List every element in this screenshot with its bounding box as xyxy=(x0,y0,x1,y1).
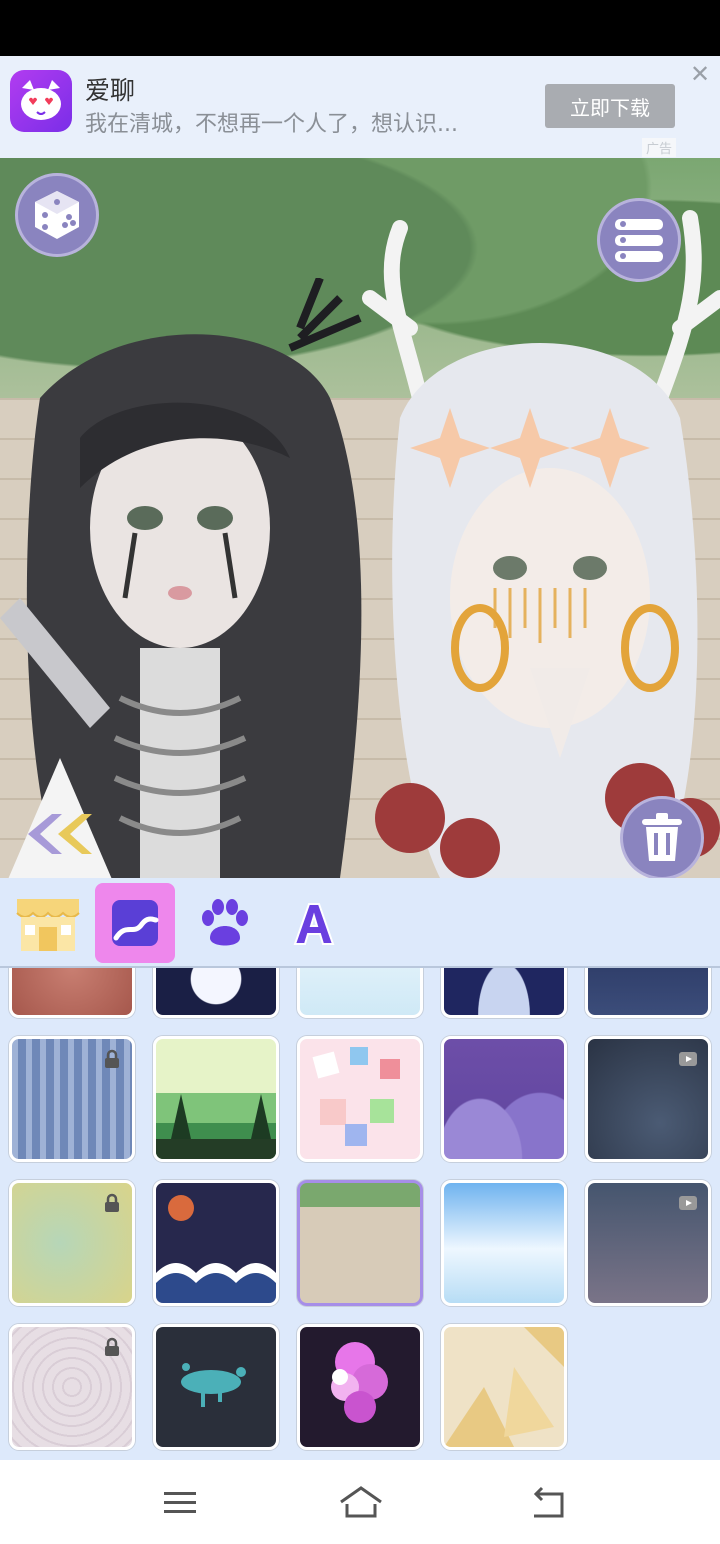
background-thumb[interactable] xyxy=(585,1036,711,1162)
shop-icon xyxy=(16,899,80,951)
tab-background[interactable] xyxy=(95,883,175,963)
background-thumb[interactable] xyxy=(153,968,279,1018)
trash-icon xyxy=(642,813,682,861)
video-icon xyxy=(679,1052,697,1066)
background-thumb[interactable] xyxy=(9,1036,135,1162)
menu-icon[interactable] xyxy=(160,1482,200,1522)
category-tab-bar xyxy=(0,878,720,968)
lock-icon xyxy=(105,1337,119,1356)
background-thumb[interactable] xyxy=(585,1180,711,1306)
random-dice-button[interactable] xyxy=(15,173,99,257)
pink-bubbles xyxy=(331,1342,388,1423)
background-thumb[interactable] xyxy=(153,1036,279,1162)
ad-app-name[interactable]: 爱聊 xyxy=(85,71,135,107)
list-icon xyxy=(615,219,663,262)
background-thumb[interactable] xyxy=(441,1180,567,1306)
ad-download-button[interactable]: 立即下载 xyxy=(545,84,675,128)
background-thumb[interactable] xyxy=(441,968,567,1018)
waves-moon xyxy=(156,1195,276,1303)
paw-icon xyxy=(202,899,248,946)
cat-heart-eyes-icon[interactable] xyxy=(10,70,72,132)
character-scene[interactable] xyxy=(0,158,720,878)
list-button[interactable] xyxy=(597,198,681,282)
close-icon[interactable]: ✕ xyxy=(688,62,712,86)
background-thumb[interactable] xyxy=(441,1036,567,1162)
tree-silhouette xyxy=(156,1094,276,1159)
ad-description[interactable]: 我在清城，不想再一个人了，想认识... xyxy=(85,106,525,138)
delete-button[interactable] xyxy=(620,796,704,878)
tab-shop[interactable] xyxy=(8,883,88,963)
ad-banner[interactable]: 爱聊 我在清城，不想再一个人了，想认识... 立即下载 ✕ 广告 xyxy=(0,56,720,158)
lock-icon xyxy=(105,1193,119,1212)
back-icon[interactable] xyxy=(528,1482,568,1522)
background-thumb[interactable] xyxy=(153,1180,279,1306)
tab-pet[interactable] xyxy=(185,883,265,963)
background-thumb[interactable] xyxy=(297,968,423,1018)
background-thumb[interactable] xyxy=(9,1180,135,1306)
lock-icon xyxy=(105,1049,119,1068)
background-thumb[interactable] xyxy=(441,1324,567,1450)
background-thumb-selected[interactable] xyxy=(297,1180,423,1306)
letter-a-icon xyxy=(293,903,335,945)
picture-icon xyxy=(112,900,159,946)
status-bar xyxy=(0,0,720,56)
character-left[interactable] xyxy=(0,278,380,878)
ad-tag: 广告 xyxy=(642,138,677,157)
system-nav-bar xyxy=(0,1460,720,1544)
home-icon[interactable] xyxy=(338,1482,384,1522)
teal-splash xyxy=(181,1363,246,1407)
background-thumb[interactable] xyxy=(9,968,135,1018)
background-thumb[interactable] xyxy=(9,1324,135,1450)
pattern-squares xyxy=(312,1047,400,1146)
character-right[interactable] xyxy=(360,198,720,878)
video-icon xyxy=(679,1196,697,1210)
tab-text[interactable] xyxy=(274,883,354,963)
background-thumb[interactable] xyxy=(585,968,711,1018)
background-thumb[interactable] xyxy=(153,1324,279,1450)
background-grid xyxy=(0,968,720,1460)
background-thumb[interactable] xyxy=(297,1036,423,1162)
paper-fans xyxy=(444,1327,564,1447)
background-thumb[interactable] xyxy=(297,1324,423,1450)
double-chevron-left-icon[interactable] xyxy=(22,810,94,858)
dice-icon xyxy=(35,191,79,239)
